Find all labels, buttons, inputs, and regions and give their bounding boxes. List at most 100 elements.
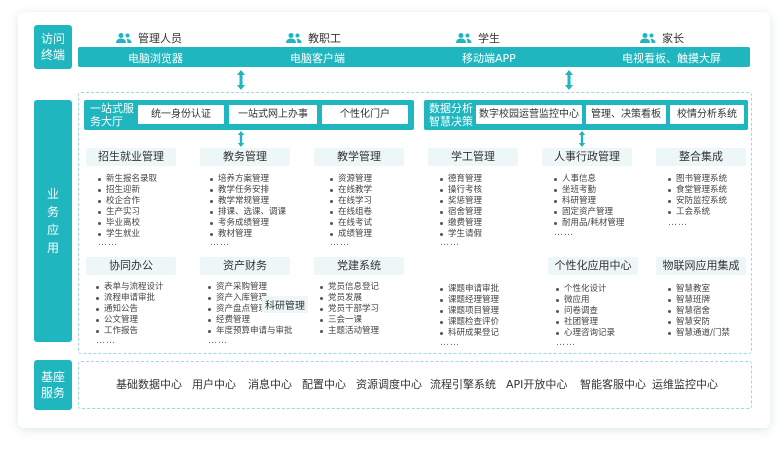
section-base-label: 基座服务 bbox=[34, 360, 72, 410]
list-item: 党员发展 bbox=[320, 293, 379, 304]
list-item: 智慧通道/门禁 bbox=[668, 328, 730, 339]
list-item: 流程申请审批 bbox=[96, 293, 164, 304]
module-teaching[interactable]: 教学管理 bbox=[314, 148, 404, 166]
section-business-label: 业务应用 bbox=[34, 100, 72, 342]
module-iot-list: 智慧教室 智慧班牌 智慧宿舍 智慧安防 智慧通道/门禁 bbox=[668, 284, 730, 339]
list-item: 智慧教室 bbox=[668, 284, 730, 295]
portal-item-online-service[interactable]: 一站式网上办事 bbox=[229, 105, 317, 124]
terminal-tv-screen: 电视看板、触摸大屏 bbox=[622, 52, 721, 65]
list-item: 个性化设计 bbox=[556, 284, 615, 295]
list-item: 操行考核 bbox=[440, 185, 482, 196]
base-service[interactable]: 运维监控中心 bbox=[652, 376, 718, 392]
terminal-mobile-app: 移动端APP bbox=[462, 52, 516, 65]
list-item: 固定资产管理 bbox=[554, 207, 624, 218]
list-item: 智慧班牌 bbox=[668, 295, 730, 306]
double-arrow-icon bbox=[237, 70, 245, 90]
list-item: 培养方案管理 bbox=[210, 174, 286, 185]
role-staff: 教职工 bbox=[286, 30, 341, 46]
list-item: 图书管理系统 bbox=[668, 174, 727, 185]
list-item: 社团管理 bbox=[556, 317, 615, 328]
list-item: 智慧安防 bbox=[668, 317, 730, 328]
decision-panel: 数据分析智慧决策 数字校园运营监控中心 管理、决策看板 校情分析系统 bbox=[424, 100, 748, 130]
base-service[interactable]: API开放中心 bbox=[506, 376, 567, 392]
role-student: 学生 bbox=[456, 30, 500, 46]
list-item: 党员干部学习 bbox=[320, 304, 379, 315]
module-personal-apps-list: 个性化设计 微应用 问卷调查 社团管理 心理咨询记录 bbox=[556, 284, 615, 339]
role-parent: 家长 bbox=[640, 30, 684, 46]
list-item: 安防监控系统 bbox=[668, 196, 727, 207]
users-icon bbox=[286, 33, 302, 43]
portal-item-sso[interactable]: 统一身份认证 bbox=[138, 105, 224, 124]
list-item: 在线学习 bbox=[330, 196, 372, 207]
list-item: 经费管理 bbox=[208, 315, 293, 326]
portal-item-analysis[interactable]: 校情分析系统 bbox=[670, 105, 744, 124]
list-item: 表单与流程设计 bbox=[96, 282, 164, 293]
double-arrow-icon bbox=[565, 70, 573, 90]
role-admin: 管理人员 bbox=[116, 30, 182, 46]
list-item: 资源管理 bbox=[330, 174, 372, 185]
double-arrow-icon bbox=[237, 131, 245, 147]
module-iot[interactable]: 物联网应用集成 bbox=[656, 257, 746, 275]
service-hall-title: 一站式服务大厅 bbox=[90, 102, 134, 128]
service-hall-panel: 一站式服务大厅 统一身份认证 一站式网上办事 个性化门户 bbox=[84, 100, 414, 130]
list-item: 新生报名录取 bbox=[98, 174, 157, 185]
list-item: 缴费管理 bbox=[440, 218, 482, 229]
more-indicator: …… bbox=[440, 338, 460, 348]
module-party[interactable]: 党建系统 bbox=[314, 257, 404, 275]
role-label: 家长 bbox=[662, 32, 684, 45]
role-label: 管理人员 bbox=[138, 32, 182, 45]
portal-item-dashboard[interactable]: 管理、决策看板 bbox=[586, 105, 666, 124]
module-assets-finance[interactable]: 资产财务 bbox=[200, 257, 290, 275]
module-party-list: 党员信息登记 党员发展 党员干部学习 三会一课 主题活动管理 bbox=[320, 282, 379, 337]
module-office[interactable]: 协同办公 bbox=[86, 257, 176, 275]
list-item: 课题检查评价 bbox=[440, 317, 499, 328]
business-zone bbox=[78, 92, 752, 354]
base-service[interactable]: 用户中心 bbox=[192, 376, 236, 392]
list-item: 毕业离校 bbox=[98, 218, 157, 229]
base-service[interactable]: 资源调度中心 bbox=[356, 376, 422, 392]
base-service[interactable]: 流程引擎系统 bbox=[430, 376, 496, 392]
module-student-affairs[interactable]: 学工管理 bbox=[428, 148, 518, 166]
terminal-browser: 电脑浏览器 bbox=[128, 52, 183, 65]
role-label: 学生 bbox=[478, 32, 500, 45]
more-indicator: …… bbox=[210, 238, 230, 248]
list-item: 智慧宿舍 bbox=[668, 306, 730, 317]
module-admission[interactable]: 招生就业管理 bbox=[86, 148, 176, 166]
module-office-list: 表单与流程设计 流程申请审批 通知公告 公文管理 工作报告 bbox=[96, 282, 164, 337]
list-item: 微应用 bbox=[556, 295, 615, 306]
module-hr-admin-list: 人事信息 坐班考勤 科研管理 固定资产管理 耐用品/耗材管理 bbox=[554, 174, 624, 229]
list-item: 校企合作 bbox=[98, 196, 157, 207]
decision-title: 数据分析智慧决策 bbox=[429, 102, 473, 128]
list-item: 考务成绩管理 bbox=[210, 218, 286, 229]
base-service[interactable]: 配置中心 bbox=[302, 376, 346, 392]
section-access-label: 访问终端 bbox=[34, 25, 72, 69]
terminal-desktop-client: 电脑客户端 bbox=[290, 52, 345, 65]
module-admission-list: 新生报名录取 招生迎新 校企合作 生产实习 毕业离校 学生就业 bbox=[98, 174, 157, 240]
module-teaching-list: 资源管理 在线教学 在线学习 在线组卷 在线考试 成绩管理 bbox=[330, 174, 372, 240]
list-item: 课题申请审批 bbox=[440, 284, 499, 295]
more-indicator: …… bbox=[330, 238, 350, 248]
module-personal-apps[interactable]: 个性化应用中心 bbox=[548, 257, 638, 275]
module-hr-admin[interactable]: 人事行政管理 bbox=[542, 148, 632, 166]
module-integration[interactable]: 整合集成 bbox=[656, 148, 746, 166]
list-item: 党员信息登记 bbox=[320, 282, 379, 293]
base-service[interactable]: 智能客服中心 bbox=[580, 376, 646, 392]
list-item: 公文管理 bbox=[96, 315, 164, 326]
portal-item-ops-monitor[interactable]: 数字校园运营监控中心 bbox=[476, 105, 582, 124]
more-indicator: …… bbox=[96, 336, 116, 346]
base-service[interactable]: 基础数据中心 bbox=[116, 376, 182, 392]
module-student-affairs-list: 德育管理 操行考核 奖惩管理 宿舍管理 缴费管理 学生请假 bbox=[440, 174, 482, 240]
base-service[interactable]: 消息中心 bbox=[248, 376, 292, 392]
module-research[interactable]: 科研管理 bbox=[262, 296, 308, 313]
list-item: 德育管理 bbox=[440, 174, 482, 185]
module-academic-affairs[interactable]: 教务管理 bbox=[200, 148, 290, 166]
more-indicator: …… bbox=[208, 336, 228, 346]
list-item: 主题活动管理 bbox=[320, 326, 379, 337]
list-item: 三会一课 bbox=[320, 315, 379, 326]
list-item: 在线考试 bbox=[330, 218, 372, 229]
list-item: 坐班考勤 bbox=[554, 185, 624, 196]
more-indicator: …… bbox=[556, 338, 576, 348]
portal-item-personal-portal[interactable]: 个性化门户 bbox=[322, 105, 408, 124]
terminal-bar: 电脑浏览器 电脑客户端 移动端APP 电视看板、触摸大屏 bbox=[78, 47, 750, 67]
more-indicator: …… bbox=[440, 238, 460, 248]
